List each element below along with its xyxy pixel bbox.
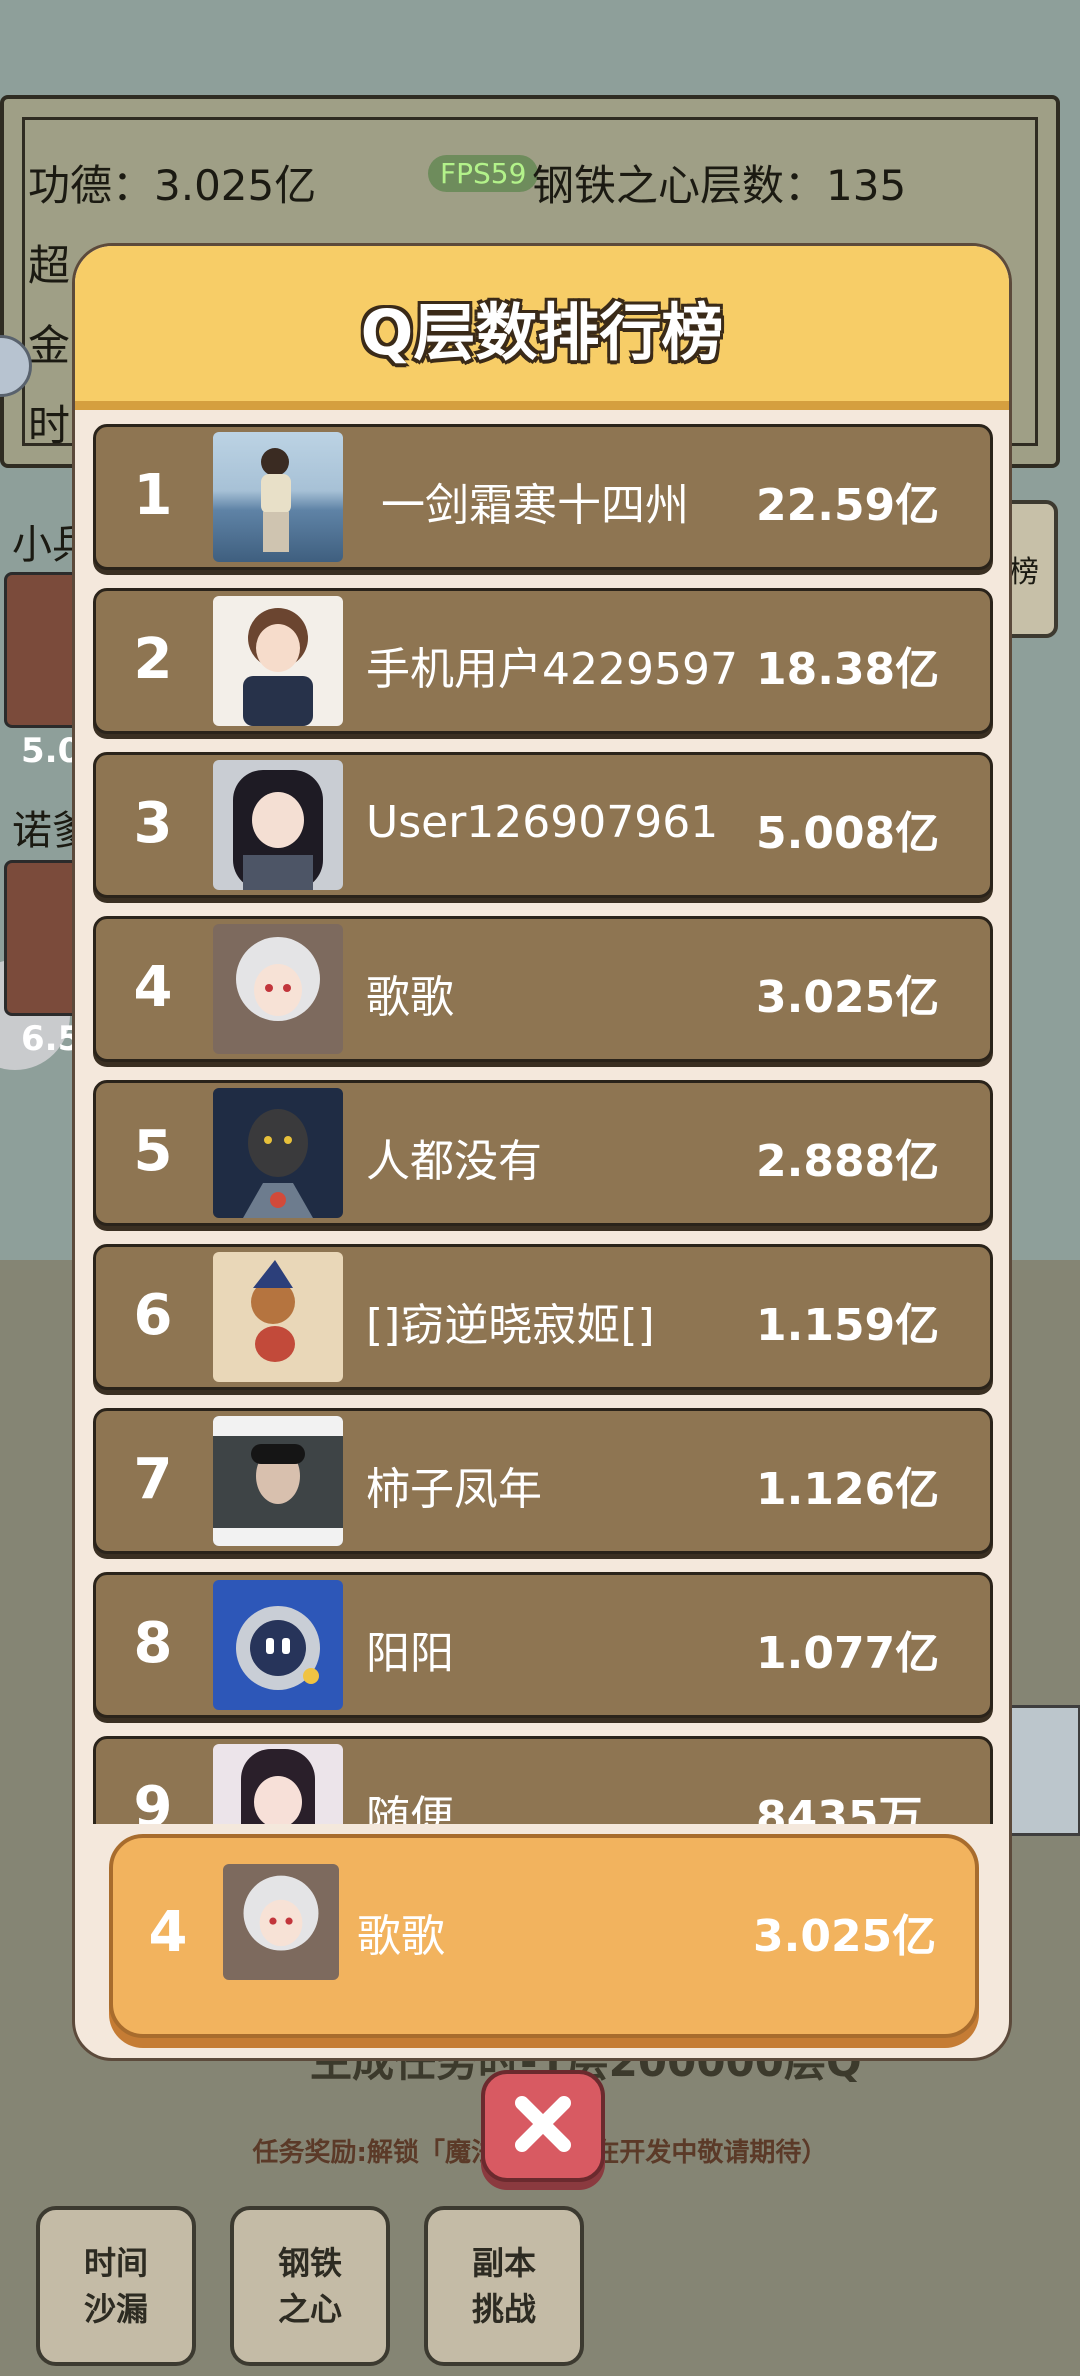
- modal-title: Q层数排行榜: [360, 296, 724, 369]
- player-name: 阳阳: [366, 1628, 454, 1679]
- leaderboard-row[interactable]: 1 一剑霜寒十四州 22.59亿: [93, 424, 993, 570]
- avatar: [213, 1744, 343, 1824]
- rank-number: 3: [133, 791, 173, 856]
- player-name: 歌歌: [366, 972, 454, 1023]
- iron-heart-label-1: 钢铁: [277, 2244, 342, 2282]
- leaderboard-row[interactable]: 5 人都没有 2.888亿: [93, 1080, 993, 1226]
- stat-row-2: 超: [28, 241, 71, 290]
- avatar: [213, 432, 343, 562]
- my-avatar: [223, 1864, 339, 1980]
- my-rank-row[interactable]: 4 歌歌 3.025亿: [109, 1834, 979, 2038]
- player-name: 手机用户4229597: [366, 644, 738, 695]
- dungeon-label-1: 副本: [471, 2244, 536, 2282]
- avatar: [213, 596, 343, 726]
- my-name: 歌歌: [357, 1911, 445, 1962]
- avatar: [213, 924, 343, 1054]
- iron-heart-button[interactable]: 钢铁 之心: [230, 2206, 390, 2366]
- hourglass-label-2: 沙漏: [83, 2290, 148, 2328]
- player-score: 1.126亿: [756, 1464, 940, 1515]
- leaderboard-row[interactable]: 7 柿子凤年 1.126亿: [93, 1408, 993, 1554]
- merit-stat: 功德：3.025亿: [28, 161, 317, 210]
- player-score: 2.888亿: [756, 1136, 940, 1187]
- right-item-card[interactable]: [1005, 1705, 1080, 1836]
- close-button[interactable]: [481, 2070, 605, 2182]
- side-unit-card-2[interactable]: 6.5: [4, 860, 81, 1059]
- player-score: 8435万: [756, 1792, 923, 1824]
- leaderboard-row[interactable]: 9 随便 8435万: [93, 1736, 993, 1824]
- dungeon-challenge-button[interactable]: 副本 挑战: [424, 2206, 584, 2366]
- player-name: 人都没有: [366, 1136, 542, 1187]
- rank-number: 8: [133, 1611, 173, 1676]
- player-name: []窃逆晓寂姬[]: [366, 1300, 655, 1351]
- player-score: 22.59亿: [756, 480, 940, 531]
- player-score: 18.38亿: [756, 644, 940, 695]
- player-name: User126907961: [366, 797, 719, 848]
- avatar: [213, 1252, 343, 1382]
- stat-row-4: 时: [28, 401, 71, 450]
- leaderboard-row[interactable]: 6 []窃逆晓寂姬[] 1.159亿: [93, 1244, 993, 1390]
- avatar: [213, 760, 343, 890]
- avatar: [213, 1580, 343, 1710]
- avatar: [213, 1088, 343, 1218]
- player-name: 柿子凤年: [366, 1464, 542, 1515]
- iron-heart-layers-stat: 钢铁之心层数：135: [532, 161, 907, 210]
- leaderboard-row[interactable]: 3 User126907961 5.008亿: [93, 752, 993, 898]
- leaderboard-row[interactable]: 8 阳阳 1.077亿: [93, 1572, 993, 1718]
- hourglass-label-1: 时间: [83, 2244, 148, 2282]
- stat-row-3: 金: [28, 321, 71, 370]
- avatar: [213, 1416, 343, 1546]
- rank-number: 1: [133, 463, 173, 528]
- player-score: 1.159亿: [756, 1300, 940, 1351]
- player-score: 3.025亿: [756, 972, 940, 1023]
- dungeon-label-2: 挑战: [471, 2290, 536, 2328]
- iron-heart-label-2: 之心: [277, 2290, 342, 2328]
- modal-header: Q层数排行榜: [75, 246, 1009, 410]
- close-x-icon: [508, 2089, 578, 2163]
- fps-counter: FPS59: [428, 155, 539, 192]
- hourglass-button[interactable]: 时间 沙漏: [36, 2206, 196, 2366]
- my-score: 3.025亿: [753, 1911, 937, 1962]
- my-rank-number: 4: [148, 1900, 188, 1965]
- rank-number: 5: [133, 1119, 173, 1184]
- rank-number: 6: [133, 1283, 173, 1348]
- rank-number: 4: [133, 955, 173, 1020]
- leaderboard-row[interactable]: 4 歌歌 3.025亿: [93, 916, 993, 1062]
- player-name: 一剑霜寒十四州: [381, 480, 689, 531]
- rank-number: 2: [133, 627, 173, 692]
- side-unit-card-1[interactable]: 5.0: [4, 572, 81, 771]
- player-name: 随便: [366, 1792, 454, 1824]
- rank-number: 7: [133, 1447, 173, 1512]
- player-score: 1.077亿: [756, 1628, 940, 1679]
- leaderboard-row[interactable]: 2 手机用户4229597 18.38亿: [93, 588, 993, 734]
- player-score: 5.008亿: [756, 808, 940, 859]
- rank-number: 9: [133, 1775, 173, 1824]
- leaderboard-modal: Q层数排行榜 1 一剑霜寒十四州 22.59亿 2 手机用户4229597 18…: [72, 243, 1012, 2061]
- leaderboard-list[interactable]: 1 一剑霜寒十四州 22.59亿 2 手机用户4229597 18.38亿 3 …: [93, 424, 993, 1824]
